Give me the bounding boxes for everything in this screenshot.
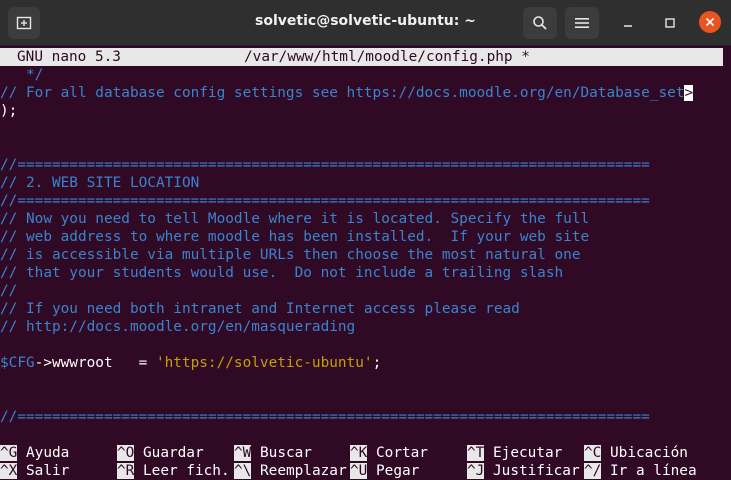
search-icon xyxy=(533,16,547,30)
editor-line: // web address to where moodle has been … xyxy=(0,229,590,245)
shortcut-key: ^R xyxy=(117,463,135,479)
editor-line: // http://docs.moodle.org/en/masqueradin… xyxy=(0,319,356,335)
php-string: 'https://solvetic-ubuntu' xyxy=(155,355,373,371)
close-button[interactable] xyxy=(699,11,721,33)
editor-line: //======================================… xyxy=(0,157,650,173)
nano-version: GNU nano 5.3 xyxy=(17,49,121,65)
editor-line: $CFG->wwwroot = 'https://solvetic-ubuntu… xyxy=(0,354,381,372)
php-semicolon: ; xyxy=(372,355,382,371)
menu-button[interactable] xyxy=(565,7,599,39)
shortcut-key: ^/ xyxy=(584,463,602,479)
shortcut-key: ^G xyxy=(0,445,18,461)
shortcut-item: ^O Guardar xyxy=(117,444,204,462)
shortcut-key: ^C xyxy=(584,445,602,461)
shortcut-key: ^J xyxy=(467,463,485,479)
line-overflow-marker: > xyxy=(684,85,694,101)
shortcut-label: Cortar xyxy=(367,445,428,461)
editor-line: // that your students would use. Do not … xyxy=(0,265,564,281)
php-variable: $CFG xyxy=(0,355,35,371)
shortcut-label: Pegar xyxy=(367,463,420,479)
shortcut-label: Ejecutar xyxy=(484,445,563,461)
shortcut-item: ^C Ubicación xyxy=(584,444,688,462)
shortcut-item: ^K Cortar xyxy=(350,444,428,462)
hamburger-menu-icon xyxy=(575,18,589,28)
maximize-button[interactable] xyxy=(659,12,681,34)
shortcut-label: Leer fich. xyxy=(134,463,230,479)
shortcut-label: Buscar xyxy=(251,445,312,461)
editor-line: //======================================… xyxy=(0,409,650,425)
php-code: ->wwwroot = xyxy=(34,355,156,371)
shortcut-label: Ayuda xyxy=(17,445,70,461)
shortcut-label: Justificar xyxy=(484,463,580,479)
shortcut-label: Salir xyxy=(17,463,70,479)
minimize-icon xyxy=(624,25,632,27)
shortcut-item: ^X Salir xyxy=(0,462,69,480)
nano-header: GNU nano 5.3 /var/www/html/moodle/config… xyxy=(0,48,723,66)
title-bar: solvetic@solvetic-ubuntu: ~ xyxy=(0,0,731,46)
editor-line: ); xyxy=(0,103,18,119)
editor-line: // 2. WEB SITE LOCATION xyxy=(0,175,200,191)
editor-line: // Now you need to tell Moodle where it … xyxy=(0,211,590,227)
shortcut-label: Ir a línea xyxy=(601,463,697,479)
shortcut-label: Ubicación xyxy=(601,445,688,461)
shortcut-key: ^X xyxy=(0,463,18,479)
shortcut-item: ^T Ejecutar xyxy=(467,444,562,462)
shortcut-key: ^U xyxy=(350,463,368,479)
shortcut-item: ^\ Reemplazar xyxy=(234,462,347,480)
terminal-window: solvetic@solvetic-ubuntu: ~ GNU nano 5.3… xyxy=(0,0,731,480)
terminal-content[interactable]: GNU nano 5.3 /var/www/html/moodle/config… xyxy=(0,47,731,480)
search-button[interactable] xyxy=(523,7,557,39)
editor-line: // is accessible via multiple URLs then … xyxy=(0,247,581,263)
line-text: // For all database config settings see … xyxy=(0,85,685,101)
editor-line: // If you need both intranet and Interne… xyxy=(0,301,520,317)
shortcut-label: Guardar xyxy=(134,445,204,461)
shortcut-key: ^O xyxy=(117,445,135,461)
shortcut-key: ^K xyxy=(350,445,368,461)
shortcut-item: ^G Ayuda xyxy=(0,444,69,462)
shortcut-item: ^U Pegar xyxy=(350,462,419,480)
shortcut-key: ^\ xyxy=(234,463,252,479)
close-icon xyxy=(705,17,715,27)
editor-line: //======================================… xyxy=(0,193,650,209)
editor-line: // For all database config settings see … xyxy=(0,84,694,102)
nano-filename: /var/www/html/moodle/config.php * xyxy=(244,49,530,65)
shortcut-key: ^T xyxy=(467,445,485,461)
minimize-button[interactable] xyxy=(617,12,639,34)
shortcut-key: ^W xyxy=(234,445,252,461)
shortcut-item: ^J Justificar xyxy=(467,462,580,480)
editor-line: */ xyxy=(0,67,44,83)
shortcut-item: ^/ Ir a línea xyxy=(584,462,697,480)
shortcut-item: ^R Leer fich. xyxy=(117,462,230,480)
shortcut-label: Reemplazar xyxy=(251,463,347,479)
shortcut-item: ^W Buscar xyxy=(234,444,312,462)
editor-line: // xyxy=(0,283,18,299)
maximize-icon xyxy=(665,18,675,28)
